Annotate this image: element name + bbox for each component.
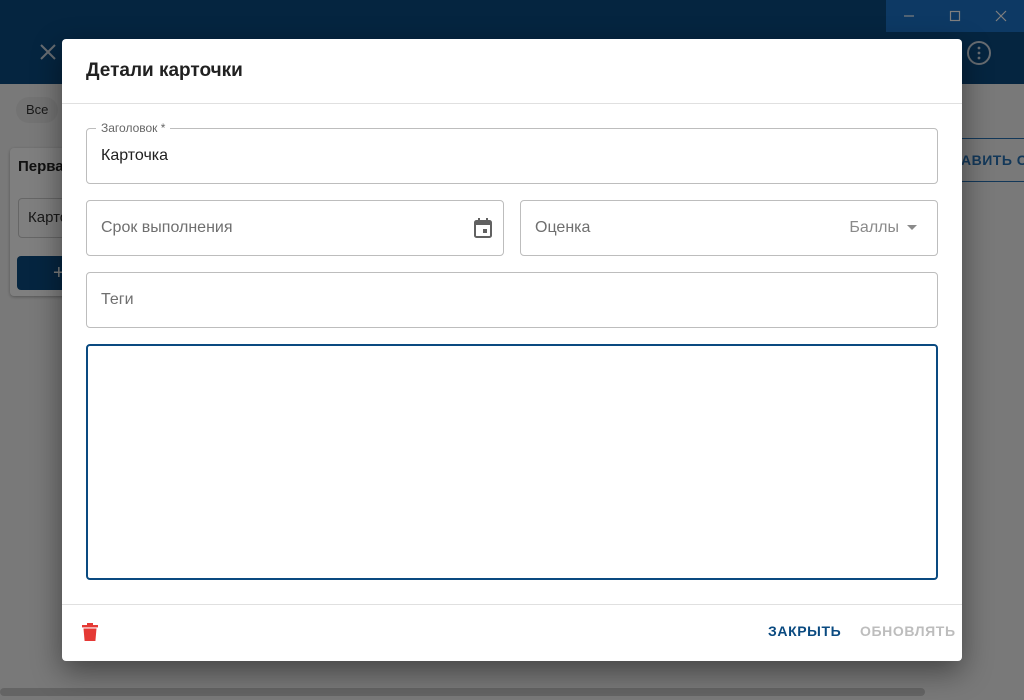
dialog-title: Детали карточки xyxy=(86,60,243,81)
tags-field[interactable]: Теги xyxy=(86,272,938,328)
footer-divider xyxy=(62,604,962,605)
title-field-label: Заголовок * xyxy=(96,121,171,135)
title-field-value: Карточка xyxy=(101,147,169,164)
rating-select[interactable]: Баллы xyxy=(849,219,917,237)
rating-field[interactable]: Оценка Баллы xyxy=(520,200,938,256)
trash-icon[interactable] xyxy=(82,623,98,646)
description-textarea[interactable] xyxy=(86,344,938,580)
rating-selected-value: Баллы xyxy=(849,219,899,236)
card-details-dialog: Детали карточки Заголовок * Карточка Сро… xyxy=(62,39,962,661)
caret-down-icon xyxy=(907,225,917,230)
due-date-field[interactable]: Срок выполнения xyxy=(86,200,504,256)
rating-placeholder: Оценка xyxy=(535,219,591,236)
tags-placeholder: Теги xyxy=(101,291,134,308)
close-button[interactable]: ЗАКРЫТЬ xyxy=(768,623,841,639)
title-field[interactable]: Заголовок * Карточка xyxy=(86,121,938,184)
calendar-icon[interactable] xyxy=(473,217,493,244)
due-date-placeholder: Срок выполнения xyxy=(101,219,233,236)
update-button[interactable]: ОБНОВЛЯТЬ xyxy=(860,623,956,639)
header-divider xyxy=(62,103,962,104)
